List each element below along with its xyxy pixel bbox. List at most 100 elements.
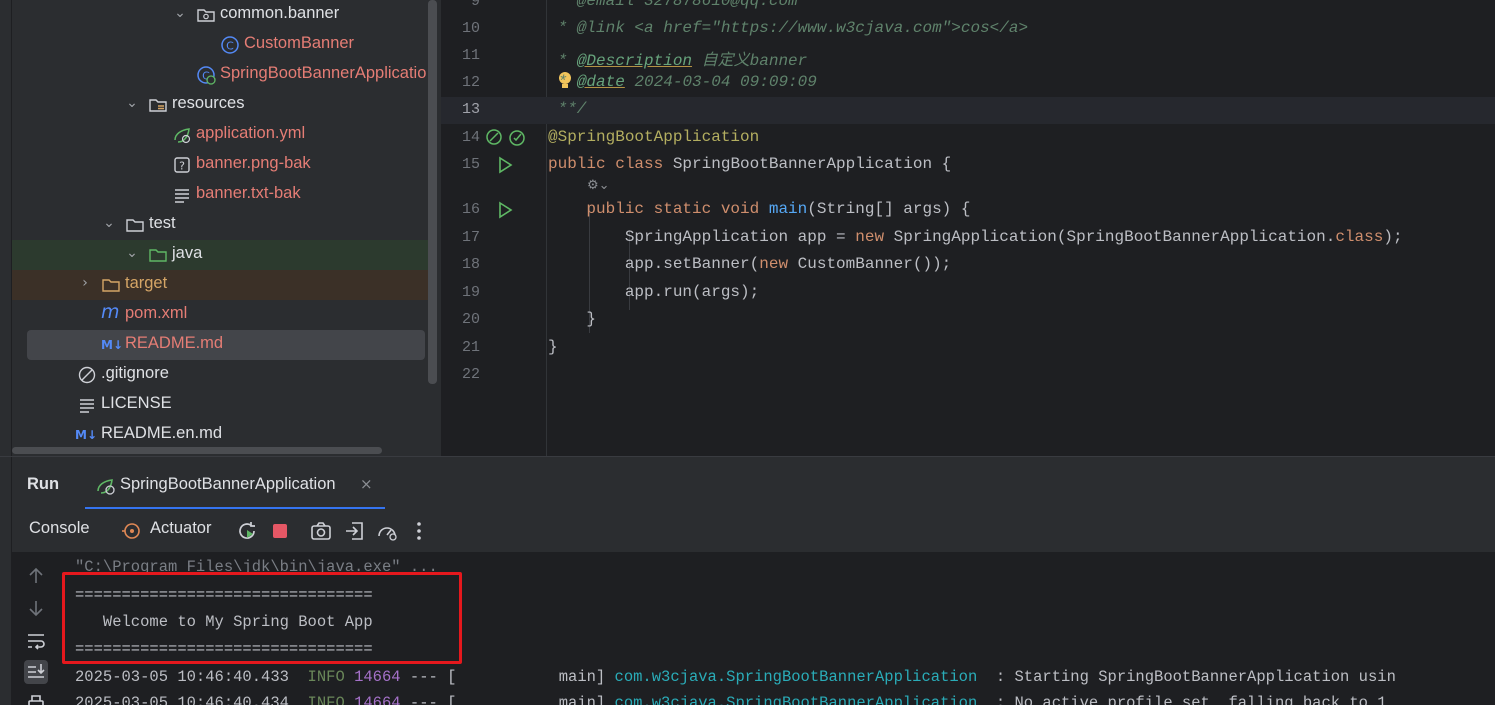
chevron-down-icon[interactable]: ⌄ — [124, 245, 140, 265]
code-line-13[interactable]: 13 **/ — [441, 97, 1495, 124]
line-number: 17 — [461, 229, 480, 246]
tree-item-common-banner[interactable]: ⌄ common.banner — [12, 0, 428, 30]
log-pid: 14664 — [354, 694, 401, 705]
camera-icon[interactable] — [309, 519, 333, 543]
code-line-19[interactable]: 19 app.run(args); — [441, 280, 1495, 307]
run-toolbar: Console Actuator — [0, 509, 1495, 552]
log-message: : No active profile set, falling back to… — [977, 694, 1387, 705]
profiler-icon[interactable] — [375, 519, 399, 543]
log-level: INFO — [307, 694, 345, 705]
soft-wrap-icon[interactable] — [24, 629, 48, 653]
tree-item-test[interactable]: ⌄ test — [12, 210, 428, 240]
excluded-folder-icon — [102, 279, 120, 292]
actuator-icon — [122, 523, 140, 539]
unknown-file-icon: ? — [174, 157, 190, 173]
run-tool-window-title: Run — [27, 475, 60, 493]
log-thread: --- [ main] — [400, 694, 615, 705]
text-file-icon — [175, 189, 189, 203]
tree-horizontal-scrollbar[interactable] — [12, 447, 382, 454]
code-text: SpringBootBannerApplication { — [672, 155, 952, 173]
left-tool-strip — [0, 0, 12, 456]
code-line-18[interactable]: 18 app.setBanner(new CustomBanner()); — [441, 252, 1495, 279]
tree-item-resources[interactable]: ⌄ resources — [12, 90, 428, 120]
markdown-icon: M↓ — [75, 428, 97, 442]
code-line-22[interactable]: 22 — [441, 362, 1495, 389]
tree-item-java[interactable]: ⌄ java — [12, 240, 428, 270]
code-editor[interactable]: 9 * @email 327878610@qq.com 10 * @link <… — [441, 0, 1495, 456]
tab-actuator[interactable]: Actuator — [150, 519, 211, 538]
arrow-down-icon[interactable] — [24, 596, 48, 620]
tree-vertical-scrollbar[interactable] — [428, 0, 437, 384]
tree-item-banner-txt-bak[interactable]: banner.txt-bak — [12, 180, 428, 210]
code-line-20[interactable]: 20 } — [441, 307, 1495, 334]
tree-item-label: README.md — [125, 334, 224, 352]
code-line-21[interactable]: 21 } — [441, 335, 1495, 362]
log-class-link[interactable]: com.w3cjava.SpringBootBannerApplication — [615, 694, 978, 705]
tree-item-pom-xml[interactable]: m pom.xml — [12, 300, 428, 330]
exit-icon[interactable] — [343, 519, 367, 543]
code-line-15[interactable]: 15 public class SpringBootBannerApplicat… — [441, 152, 1495, 179]
tree-item-springbootbannerapplication[interactable]: C SpringBootBannerApplicatio — [12, 60, 428, 90]
run-tool-window-header: Run SpringBootBannerApplication × — [0, 456, 1495, 510]
code-keyword: public static void — [548, 200, 769, 218]
code-text: SpringApplication app = — [548, 228, 856, 246]
doc-text: 自定义banner — [692, 52, 808, 70]
chevron-down-icon[interactable]: ⌄ — [101, 215, 117, 235]
spring-bean-gutter-icon[interactable] — [485, 128, 505, 148]
chevron-down-icon[interactable]: ⌄ — [124, 95, 140, 115]
doc-text: 2024-03-04 09:09:09 — [624, 73, 817, 91]
inlay-hint-icon[interactable]: ⚙⌄ — [587, 178, 610, 193]
log-class-link[interactable]: com.w3cjava.SpringBootBannerApplication — [615, 668, 978, 686]
line-number: 10 — [461, 20, 480, 37]
tree-item-banner-png-bak[interactable]: ? banner.png-bak — [12, 150, 428, 180]
close-icon[interactable]: × — [360, 475, 373, 493]
tree-item-application-yml[interactable]: application.yml — [12, 120, 428, 150]
code-keyword: class — [1335, 228, 1384, 246]
tree-item-label: java — [172, 244, 203, 262]
code-line-14[interactable]: 14 @SpringBootApplication — [441, 125, 1495, 152]
tree-item-gitignore[interactable]: .gitignore — [12, 360, 428, 390]
tree-item-license[interactable]: LICENSE — [12, 390, 428, 420]
code-keyword: new — [759, 255, 798, 273]
line-number: 12 — [461, 74, 480, 91]
chevron-down-icon[interactable]: ⌄ — [172, 5, 188, 25]
code-text: ); — [1383, 228, 1403, 246]
code-line-10[interactable]: 10 * @link <a href="https://www.w3cjava.… — [441, 16, 1495, 43]
chevron-right-icon[interactable]: › — [77, 275, 93, 295]
log-level: INFO — [307, 668, 345, 686]
tree-item-custombanner[interactable]: C CustomBanner — [12, 30, 428, 60]
tab-run-configuration[interactable]: SpringBootBannerApplication × — [85, 467, 385, 510]
folder-icon — [126, 219, 144, 232]
code-text: } — [548, 338, 558, 356]
stop-icon[interactable] — [268, 519, 292, 543]
code-line-9[interactable]: 9 * @email 327878610@qq.com — [441, 0, 1495, 16]
line-number: 21 — [461, 339, 480, 356]
log-line: 2025-03-05 10:46:40.433 INFO 14664 --- [… — [75, 668, 1396, 686]
tab-console[interactable]: Console — [29, 519, 90, 538]
more-options-icon[interactable] — [407, 519, 431, 543]
tree-item-label: application.yml — [196, 124, 306, 142]
code-keyword: public class — [548, 155, 673, 173]
run-gutter-icon[interactable] — [495, 155, 515, 175]
code-line-11[interactable]: 11 * @Description 自定义banner — [441, 43, 1495, 70]
tree-item-target[interactable]: › target — [12, 270, 428, 300]
code-text: (String[] args) { — [807, 200, 971, 218]
tree-item-readme-en-md[interactable]: M↓ README.en.md — [12, 420, 428, 450]
spring-config-icon — [174, 128, 191, 144]
code-line-17[interactable]: 17 SpringApplication app = new SpringApp… — [441, 225, 1495, 252]
doc-link-html: <a href="https://www.w3cjava.com">cos</a… — [634, 19, 1029, 37]
line-number: 18 — [461, 256, 480, 273]
code-line-16[interactable]: 16 public static void main(String[] args… — [441, 197, 1495, 224]
scroll-to-end-icon[interactable] — [24, 660, 48, 684]
arrow-up-icon[interactable] — [24, 564, 48, 588]
log-message: : Starting SpringBootBannerApplication u… — [977, 668, 1396, 686]
run-gutter-icon[interactable] — [495, 200, 515, 220]
spring-boot-gutter-icon[interactable] — [508, 128, 528, 148]
tree-item-readme-md[interactable]: M↓ README.md — [27, 330, 425, 360]
left-tool-strip — [0, 509, 12, 552]
code-text: app.setBanner( — [548, 255, 760, 273]
code-line-12[interactable]: 12 * @date 2024-03-04 09:09:09 — [441, 70, 1495, 97]
rerun-icon[interactable] — [235, 519, 259, 543]
spring-boot-run-icon — [97, 479, 115, 495]
print-icon[interactable] — [24, 692, 48, 705]
